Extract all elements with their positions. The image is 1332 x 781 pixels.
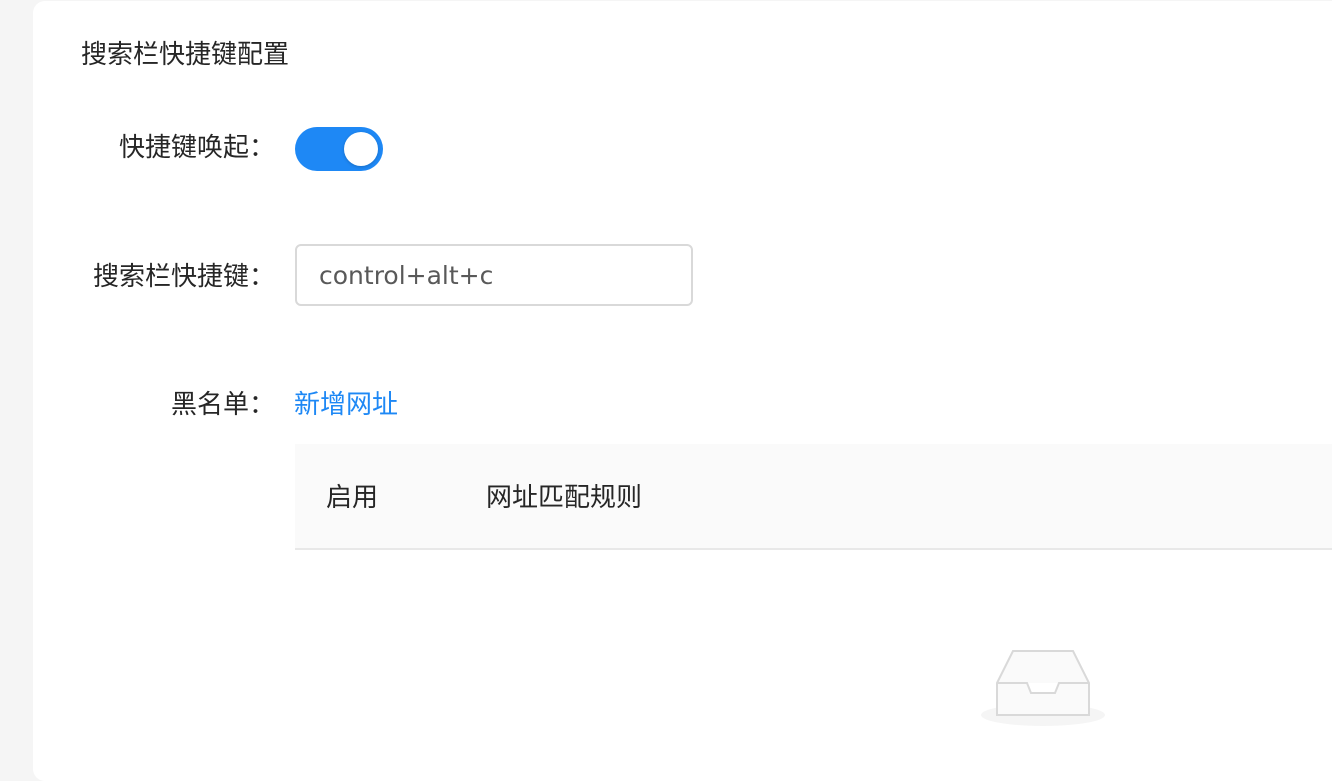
add-url-link[interactable]: 新增网址 bbox=[294, 387, 398, 423]
column-header-enable: 启用 bbox=[326, 483, 379, 513]
blacklist-table-header: 启用 网址匹配规则 bbox=[295, 444, 1332, 550]
hotkey-input[interactable] bbox=[295, 244, 693, 306]
hotkey-label: 搜索栏快捷键： bbox=[92, 262, 275, 292]
column-header-url-rule: 网址匹配规则 bbox=[486, 483, 643, 513]
settings-card: 搜索栏快捷键配置 快捷键唤起： 搜索栏快捷键： 黑名单： 新增网址 启用 网址匹… bbox=[33, 1, 1332, 781]
inbox-empty-icon bbox=[981, 650, 1105, 726]
blacklist-label: 黑名单： bbox=[170, 390, 275, 420]
hotkey-enable-toggle[interactable] bbox=[295, 127, 383, 171]
toggle-label: 快捷键唤起： bbox=[118, 133, 275, 163]
card-title: 搜索栏快捷键配置 bbox=[81, 40, 290, 70]
toggle-knob bbox=[344, 132, 378, 166]
